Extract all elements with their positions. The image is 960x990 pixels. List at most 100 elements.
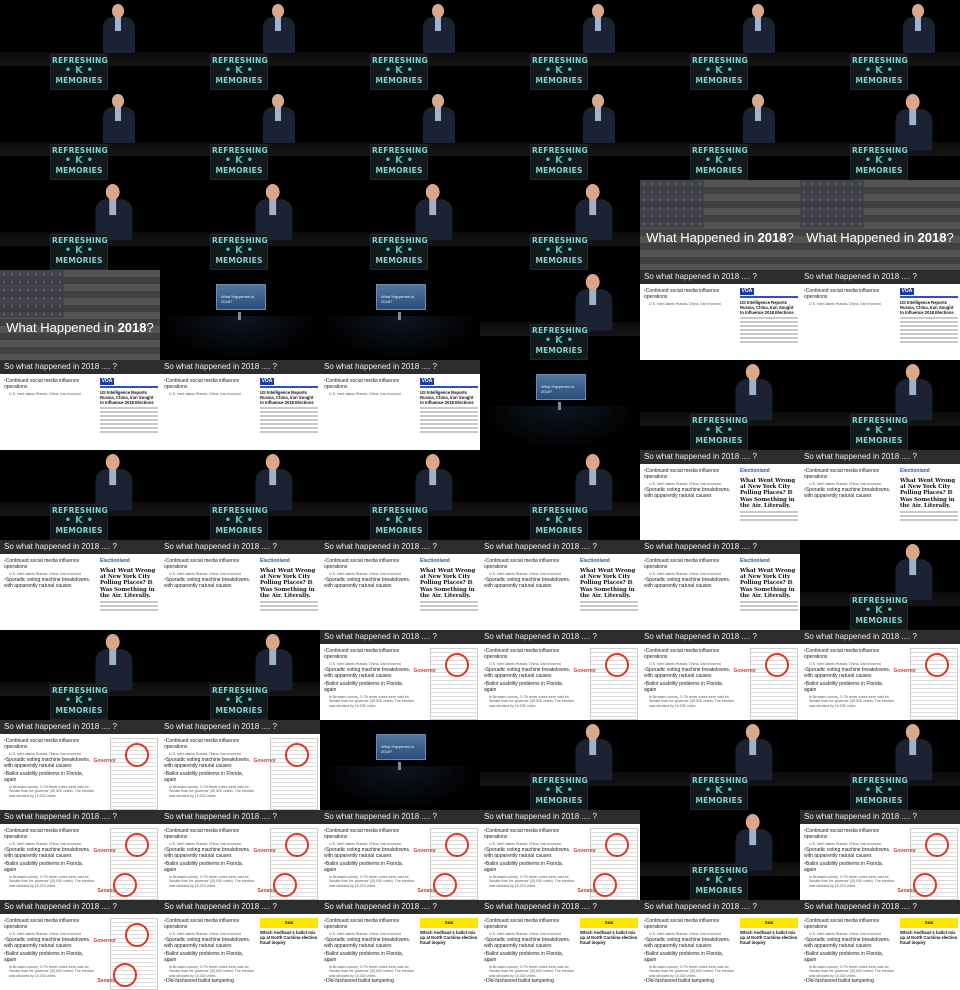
bullet-3-sub: In Broward county, 3.7% fewer votes were…: [649, 694, 735, 708]
refreshing-memories-logo: REFRESHING • K • MEMORIES: [532, 506, 588, 535]
slide-bullets: Continued social media influence operati…: [324, 378, 416, 397]
electionland-headline: What Went Wrong at New York City Polling…: [740, 478, 796, 509]
news-banner: Sun: [900, 918, 958, 928]
broward-ballot: [910, 828, 958, 900]
bullet-3: Ballot usability problems in Florida, ag…: [484, 681, 576, 693]
bullet-2: Sporadic voting machine breakdowns, with…: [804, 937, 896, 949]
distant-speaker: [398, 762, 401, 770]
voa-logo: VOA: [260, 378, 274, 385]
slide-header: So what happened in 2018 .... ?: [320, 540, 480, 554]
news-article: Sun Which Andhaus's ballot mix up at Nor…: [260, 918, 318, 988]
governor-label: Governor: [93, 848, 116, 854]
bullet-1: Continued social media influence operati…: [644, 558, 736, 570]
refreshing-memories-logo: REFRESHING • K • MEMORIES: [532, 776, 588, 805]
slide-header: So what happened in 2018 .... ?: [320, 810, 480, 824]
bullet-3: Ballot usability problems in Florida, ag…: [804, 681, 896, 693]
refreshing-memories-logo: REFRESHING • K • MEMORIES: [532, 146, 588, 175]
news-article: Sun Which Andhaus's ballot mix up at Nor…: [420, 918, 478, 988]
refreshing-memories-logo: REFRESHING • K • MEMORIES: [52, 146, 108, 175]
speaker: [252, 184, 296, 241]
bullet-3-sub: In Broward county, 3.7% fewer votes were…: [169, 964, 255, 978]
title-slide-frame: What Happened in 2018?: [0, 270, 160, 360]
electionland-article: Electionland What Went Wrong at New York…: [580, 558, 638, 628]
speaker-frame: REFRESHING • K • MEMORIES: [320, 450, 480, 540]
speaker: [412, 184, 456, 241]
bullet-1: Continued social media influence operati…: [644, 288, 736, 300]
voa-headline: US Intelligence Reports Russia, China, I…: [420, 390, 474, 405]
stage-floor: [480, 406, 640, 450]
slide-bullets: Continued social media influence operati…: [164, 378, 256, 397]
senator-circle: [113, 873, 137, 897]
bullet-3-sub: In Broward county, 3.7% fewer votes were…: [329, 874, 415, 888]
governor-circle: [285, 833, 309, 857]
governor-circle: [445, 833, 469, 857]
governor-label: Governor: [93, 758, 116, 764]
slide-header: So what happened in 2018 .... ?: [160, 540, 320, 554]
electionland-logo: Electionland: [740, 468, 770, 474]
broward-ballot: [110, 828, 158, 900]
slide-frame: So what happened in 2018 .... ? Continue…: [800, 810, 960, 900]
speaker-frame: REFRESHING • K • MEMORIES: [800, 90, 960, 180]
flag-canton: [0, 270, 64, 318]
news-headline: Which Andhaus's ballot mix up at North C…: [900, 930, 958, 945]
voa-logo: VOA: [420, 378, 434, 385]
stage-floor: [320, 316, 480, 360]
refreshing-memories-logo: REFRESHING • K • MEMORIES: [372, 146, 428, 175]
slide-bullets: Continued social media influence operati…: [164, 918, 256, 986]
speaker: [92, 454, 136, 511]
slide-frame: So what happened in 2018 .... ? Continue…: [320, 810, 480, 900]
flag-canton: [800, 180, 864, 228]
slide-bullets: Continued social media influence operati…: [804, 288, 896, 307]
refreshing-memories-logo: REFRESHING • K • MEMORIES: [692, 56, 748, 85]
refreshing-memories-logo: REFRESHING • K • MEMORIES: [52, 506, 108, 535]
slide-header: So what happened in 2018 .... ?: [640, 270, 800, 284]
speaker-frame: REFRESHING • K • MEMORIES: [160, 0, 320, 90]
speaker: [892, 364, 936, 421]
news-article: Sun Which Andhaus's ballot mix up at Nor…: [740, 918, 798, 988]
bullet-4: Old-fashioned ballot tampering: [644, 978, 736, 984]
electionland-article: Electionland What Went Wrong at New York…: [100, 558, 158, 628]
bullet-3-sub: In Broward county, 3.7% fewer votes were…: [489, 694, 575, 708]
news-article: Sun Which Andhaus's ballot mix up at Nor…: [900, 918, 958, 988]
speaker-frame: REFRESHING • K • MEMORIES: [480, 450, 640, 540]
slide-frame: So what happened in 2018 .... ? Continue…: [160, 810, 320, 900]
slide-frame: So what happened in 2018 .... ? Continue…: [800, 270, 960, 360]
broward-ballot: [430, 828, 478, 900]
slide-header: So what happened in 2018 .... ?: [800, 810, 960, 824]
bullet-2: Sporadic voting machine breakdowns, with…: [484, 577, 576, 589]
bullet-1-sub: U.S. Intel claims Russia, China, Iran in…: [169, 392, 241, 396]
broward-ballot: [590, 648, 638, 720]
voa-logo: VOA: [100, 378, 114, 385]
bullet-1: Continued social media influence operati…: [324, 828, 416, 840]
distant-speaker: [558, 402, 561, 410]
bullet-3: Ballot usability problems in Florida, ag…: [484, 861, 576, 873]
refreshing-memories-logo: REFRESHING • K • MEMORIES: [372, 236, 428, 265]
governor-circle: [125, 833, 149, 857]
speaker-frame: REFRESHING • K • MEMORIES: [640, 360, 800, 450]
senator-label: Senator: [97, 888, 116, 894]
voa-article: VOA US Intelligence Reports Russia, Chin…: [900, 288, 958, 358]
bullet-1: Continued social media influence operati…: [324, 378, 416, 390]
voa-headline: US Intelligence Reports Russia, China, I…: [900, 300, 954, 315]
slide-frame: So what happened in 2018 .... ? Continue…: [800, 630, 960, 720]
bullet-3: Ballot usability problems in Florida, ag…: [324, 681, 416, 693]
bullet-2: Sporadic voting machine breakdowns, with…: [4, 937, 96, 949]
refreshing-memories-logo: REFRESHING • K • MEMORIES: [532, 236, 588, 265]
governor-label: Governor: [253, 758, 276, 764]
broward-ballot: [110, 738, 158, 810]
governor-circle: [285, 743, 309, 767]
governor-label: Governor: [413, 668, 436, 674]
electionland-article: Electionland What Went Wrong at New York…: [260, 558, 318, 628]
slide-title: What Happened in 2018?: [646, 230, 794, 245]
slide-header: So what happened in 2018 .... ?: [0, 900, 160, 914]
speaker-frame: REFRESHING • K • MEMORIES: [320, 180, 480, 270]
speaker: [900, 4, 938, 53]
news-headline: Which Andhaus's ballot mix up at North C…: [260, 930, 318, 945]
electionland-article: Electionland What Went Wrong at New York…: [740, 468, 798, 538]
bullet-2: Sporadic voting machine breakdowns, with…: [804, 847, 896, 859]
refreshing-memories-logo: REFRESHING • K • MEMORIES: [692, 146, 748, 175]
bullet-3-sub: In Broward county, 3.7% fewer votes were…: [809, 964, 895, 978]
governor-label: Governor: [573, 848, 596, 854]
bullet-2: Sporadic voting machine breakdowns, with…: [644, 577, 736, 589]
voa-article: VOA US Intelligence Reports Russia, Chin…: [740, 288, 798, 358]
